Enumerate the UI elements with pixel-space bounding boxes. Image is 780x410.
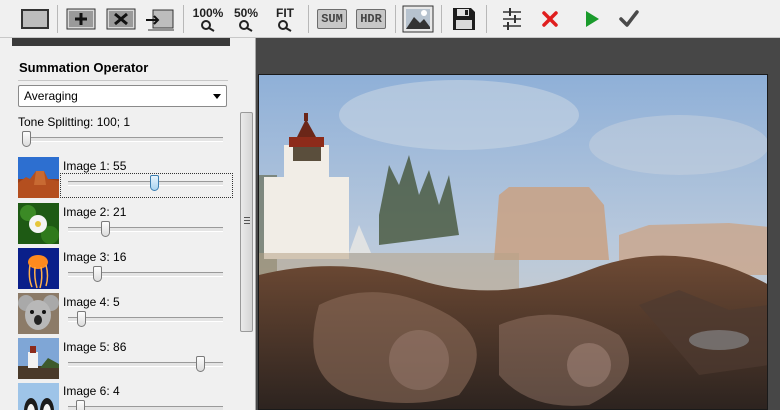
settings-button[interactable] (498, 4, 526, 34)
image-4-track[interactable] (68, 317, 223, 322)
operator-select-value: Averaging (24, 89, 78, 103)
focus-rectangle (60, 173, 233, 198)
tone-splitting-label: Tone Splitting: 100; 1 (18, 115, 131, 129)
panel-header-band (12, 38, 230, 46)
toolbar: 100% 50% FIT SUM HDR (0, 0, 780, 38)
panel-title: Summation Operator (19, 60, 149, 75)
add-frame-icon (66, 8, 96, 30)
image-2-track[interactable] (68, 227, 223, 232)
zoom-50-label: 50% (233, 5, 259, 20)
chevron-down-icon (213, 94, 221, 99)
image-1-label: Image 1: 55 (63, 159, 127, 173)
add-image-button[interactable] (66, 4, 96, 34)
hdr-label: HDR (356, 9, 386, 29)
image-3-weight-slider[interactable] (93, 266, 103, 282)
zoom-fit-label: FIT (276, 5, 294, 20)
save-button[interactable] (450, 4, 478, 34)
floppy-disk-icon (453, 8, 475, 30)
zoom-100-label: 100% (192, 5, 224, 20)
image-6-weight-slider[interactable] (75, 400, 85, 410)
zoom-fit-button[interactable]: FIT (270, 4, 300, 34)
grip-icon (244, 217, 250, 226)
image-2-weight-slider[interactable] (100, 221, 110, 237)
image-2-label: Image 2: 21 (63, 205, 127, 219)
tone-splitting-slider[interactable] (22, 131, 31, 147)
remove-image-button[interactable] (106, 4, 136, 34)
image-4-label: Image 4: 5 (63, 295, 120, 309)
operator-panel: Summation Operator Averaging Tone Splitt… (0, 38, 256, 410)
image-6-track[interactable] (68, 406, 223, 410)
apply-button[interactable] (616, 4, 642, 34)
frame-icon (21, 9, 49, 29)
image-5-label: Image 5: 86 (63, 340, 127, 354)
composite-preview-image (258, 74, 768, 410)
landscape-image-icon (402, 5, 434, 33)
run-button[interactable] (578, 4, 604, 34)
image-3-thumbnail[interactable] (18, 248, 59, 289)
panel-scrollbar[interactable] (239, 106, 255, 410)
zoom-100-button[interactable]: 100% (190, 4, 226, 34)
zoom-50-button[interactable]: 50% (230, 4, 262, 34)
magnifier-icon (239, 19, 253, 32)
sum-mode-button[interactable]: SUM (314, 4, 350, 34)
tone-splitting-track[interactable] (24, 137, 223, 142)
cancel-button[interactable] (537, 4, 563, 34)
image-5-thumbnail[interactable] (18, 338, 59, 379)
image-1-thumbnail[interactable] (18, 157, 59, 198)
image-3-track[interactable] (68, 272, 223, 277)
remove-frame-icon (106, 8, 136, 30)
image-4-thumbnail[interactable] (18, 293, 59, 334)
play-icon (586, 11, 599, 27)
single-frame-button[interactable] (20, 4, 50, 34)
scrollbar-thumb[interactable] (240, 112, 253, 332)
checkmark-icon (619, 10, 639, 27)
import-frame-icon (146, 9, 174, 31)
image-6-thumbnail[interactable] (18, 383, 59, 410)
image-3-label: Image 3: 16 (63, 250, 127, 264)
operator-select[interactable]: Averaging (18, 85, 227, 107)
open-image-button[interactable] (401, 4, 435, 34)
sum-label: SUM (317, 9, 347, 29)
image-viewer[interactable] (256, 38, 780, 410)
import-frame-button[interactable] (144, 4, 176, 34)
hdr-mode-button[interactable]: HDR (352, 4, 390, 34)
title-divider (18, 80, 228, 81)
image-4-weight-slider[interactable] (77, 311, 87, 327)
sliders-icon (503, 8, 521, 30)
image-2-thumbnail[interactable] (18, 203, 59, 244)
image-6-label: Image 6: 4 (63, 384, 120, 398)
magnifier-icon (278, 19, 292, 32)
red-x-icon (542, 11, 558, 27)
magnifier-icon (201, 19, 215, 32)
image-5-weight-slider[interactable] (195, 356, 205, 372)
